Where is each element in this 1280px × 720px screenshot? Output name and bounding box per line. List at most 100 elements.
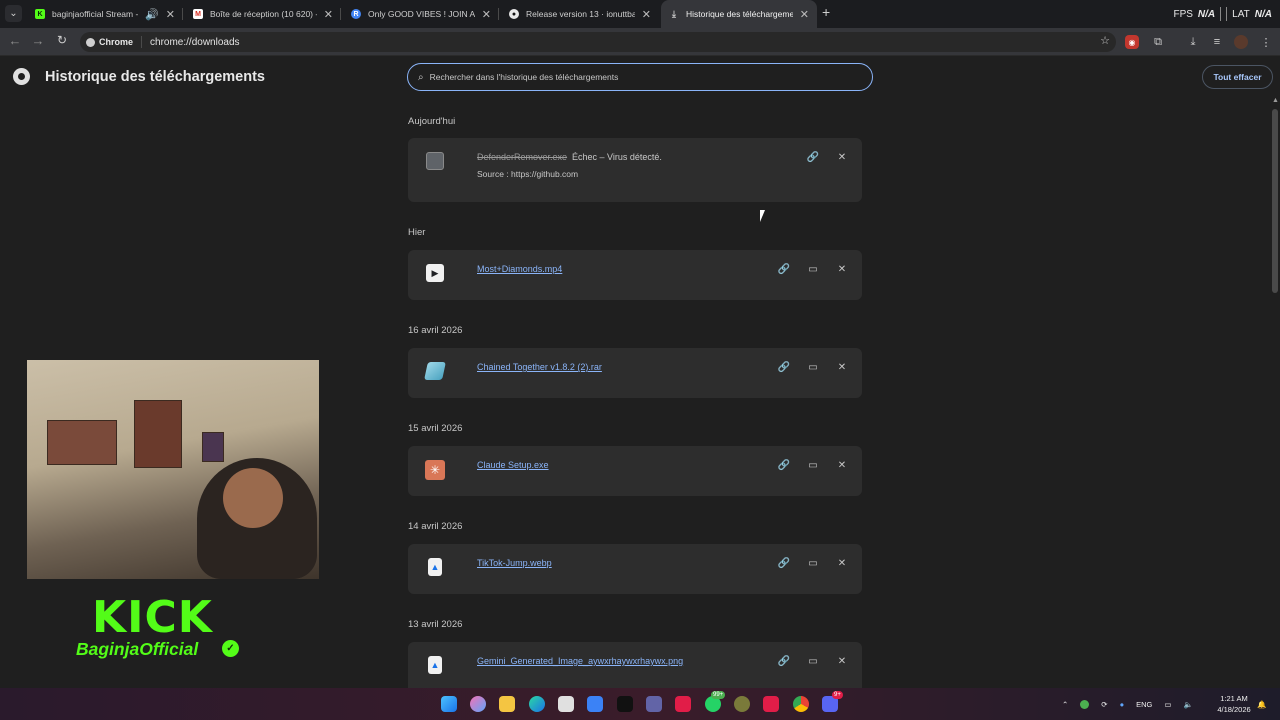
show-in-folder-icon[interactable]: ▭	[805, 653, 821, 669]
search-input[interactable]: ⌕ Rechercher dans l'historique des téléc…	[407, 63, 873, 91]
file-name-link[interactable]: TikTok-Jump.webp	[477, 558, 552, 568]
tab-kick-stream[interactable]: K baginjaofficial Stream - Wa 🔊 ✕	[27, 0, 183, 28]
forward-arrow-icon[interactable]: →	[29, 33, 47, 48]
remove-icon[interactable]: ✕	[834, 653, 850, 669]
show-in-folder-icon[interactable]: ▭	[805, 359, 821, 375]
extension-record-icon[interactable]: ◉	[1125, 35, 1139, 49]
copilot-icon[interactable]	[470, 696, 486, 712]
status-dot-icon[interactable]	[1080, 699, 1090, 709]
bookmark-star-icon[interactable]: ☆	[1100, 34, 1110, 47]
copy-link-icon[interactable]: 🔗	[805, 149, 821, 165]
tab-downloads[interactable]: ⤓ Historique des téléchargements ✕	[661, 0, 817, 28]
file-name-link[interactable]: Gemini_Generated_Image_aywxrhaywxrhaywx.…	[477, 656, 683, 666]
tab-title: Only GOOD VIBES ! JOIN AND	[368, 9, 475, 19]
file-explorer-icon[interactable]	[499, 696, 515, 712]
site-chip[interactable]: Chrome	[86, 36, 143, 48]
file-name: DefenderRemover.exe	[477, 152, 568, 162]
network-icon[interactable]: ▭	[1164, 700, 1171, 709]
streamer-name: BaginjaOfficial	[76, 639, 199, 659]
tab-close-icon[interactable]: ✕	[324, 8, 333, 21]
sync-icon[interactable]: ⟳	[1101, 700, 1107, 709]
clock-time: 1:21 AM	[1220, 694, 1248, 703]
file-name-link[interactable]: Most+Diamonds.mp4	[477, 264, 562, 274]
teams-icon[interactable]	[646, 696, 662, 712]
show-in-folder-icon[interactable]: ▭	[805, 261, 821, 277]
copy-link-icon[interactable]: 🔗	[776, 555, 792, 571]
tab-github-release[interactable]: ● Release version 13 · ionuttbara ✕	[501, 0, 659, 28]
remove-icon[interactable]: ✕	[834, 359, 850, 375]
copy-link-icon[interactable]: 🔗	[776, 457, 792, 473]
remove-icon[interactable]: ✕	[834, 555, 850, 571]
tiktok-icon[interactable]	[617, 696, 633, 712]
language-indicator[interactable]: ENG	[1136, 700, 1152, 709]
address-bar[interactable]: Chrome chrome://downloads ☆	[80, 32, 1116, 52]
kick-watermark: KICK BaginjaOfficial ✓	[76, 596, 240, 662]
streamer-face	[223, 468, 283, 528]
claude-app-icon: ✳	[425, 460, 445, 480]
show-in-folder-icon[interactable]: ▭	[805, 457, 821, 473]
date-heading: Aujourd'hui	[408, 116, 456, 127]
volume-icon[interactable]: 🔈	[1183, 700, 1192, 709]
copy-link-icon[interactable]: 🔗	[776, 653, 792, 669]
clear-all-button[interactable]: Tout effacer	[1202, 65, 1273, 89]
remove-icon[interactable]: ✕	[834, 261, 850, 277]
wall-poster	[202, 432, 224, 462]
scrollbar[interactable]: ▲	[1270, 97, 1280, 688]
tab-gmail[interactable]: M Boîte de réception (10 620) - la ✕	[185, 0, 341, 28]
downloads-header: Historique des téléchargements ⌕ Recherc…	[0, 57, 1273, 97]
tab-close-icon[interactable]: ✕	[642, 8, 651, 21]
kick-favicon-icon: K	[35, 9, 45, 19]
red-app-icon[interactable]	[675, 696, 691, 712]
red-app-icon[interactable]	[763, 696, 779, 712]
file-name-link[interactable]: Claude Setup.exe	[477, 460, 549, 470]
tab-title: Historique des téléchargements	[686, 9, 793, 19]
media-controls-icon[interactable]: ≡	[1209, 34, 1225, 50]
speaker-icon[interactable]: 🔊	[145, 8, 159, 21]
chevron-up-icon[interactable]: ⌃	[1062, 700, 1068, 709]
scrollbar-thumb[interactable]	[1272, 109, 1278, 293]
chrome-taskbar-icon[interactable]	[793, 696, 809, 712]
edge-icon[interactable]	[529, 696, 545, 712]
wall-poster	[47, 420, 117, 465]
file-name-link[interactable]: Chained Together v1.8.2 (2).rar	[477, 362, 602, 372]
tab-strip: ⌄ K baginjaofficial Stream - Wa 🔊 ✕ M Bo…	[0, 0, 1280, 28]
mail-icon[interactable]	[587, 696, 603, 712]
mouse-cursor	[760, 210, 770, 222]
extensions-puzzle-icon[interactable]: ⧉	[1150, 34, 1166, 50]
remove-icon[interactable]: ✕	[834, 457, 850, 473]
menu-kebab-icon[interactable]: ⋮	[1258, 34, 1274, 50]
show-in-folder-icon[interactable]: ▭	[805, 555, 821, 571]
download-source: Source : https://github.com	[477, 169, 579, 179]
copy-link-icon[interactable]: 🔗	[776, 359, 792, 375]
reload-icon[interactable]: ↻	[53, 33, 71, 47]
remove-icon[interactable]: ✕	[834, 149, 850, 165]
back-arrow-icon[interactable]: ←	[6, 33, 24, 48]
fps-value: N/A	[1197, 8, 1216, 20]
copy-link-icon[interactable]: 🔗	[776, 261, 792, 277]
tab-close-icon[interactable]: ✕	[166, 8, 175, 21]
microphone-icon[interactable]: ●	[1120, 700, 1125, 709]
clock[interactable]: 1:21 AM 4/18/2026	[1212, 693, 1256, 715]
video-file-icon: ▶	[426, 264, 444, 282]
webcam-overlay	[27, 360, 319, 579]
url-text[interactable]: chrome://downloads	[150, 37, 240, 48]
downloads-icon[interactable]: ⤓	[1185, 34, 1201, 50]
profile-avatar[interactable]	[1234, 35, 1248, 49]
download-item: ▶ Most+Diamonds.mp4 🔗 ▭ ✕	[408, 250, 862, 300]
app-icon[interactable]	[734, 696, 750, 712]
new-tab-button[interactable]: +	[822, 4, 830, 20]
notification-bell-icon[interactable]: 🔔	[1257, 688, 1266, 720]
divider	[1220, 7, 1222, 21]
windows-start-icon[interactable]	[441, 696, 457, 712]
tab-separator	[498, 8, 499, 20]
download-favicon-icon: ⤓	[672, 8, 676, 19]
scroll-up-arrow-icon[interactable]: ▲	[1272, 97, 1279, 104]
tab-close-icon[interactable]: ✕	[482, 8, 491, 21]
tab-close-icon[interactable]: ✕	[800, 8, 809, 21]
tab-title: Release version 13 · ionuttbara	[526, 9, 635, 19]
download-item: ✳ Claude Setup.exe 🔗 ▭ ✕	[408, 446, 862, 496]
tab-search-button[interactable]: ⌄	[5, 5, 22, 22]
store-icon[interactable]	[558, 696, 574, 712]
tab-good-vibes[interactable]: R Only GOOD VIBES ! JOIN AND ✕	[343, 0, 499, 28]
gmail-favicon-icon: M	[193, 9, 203, 19]
